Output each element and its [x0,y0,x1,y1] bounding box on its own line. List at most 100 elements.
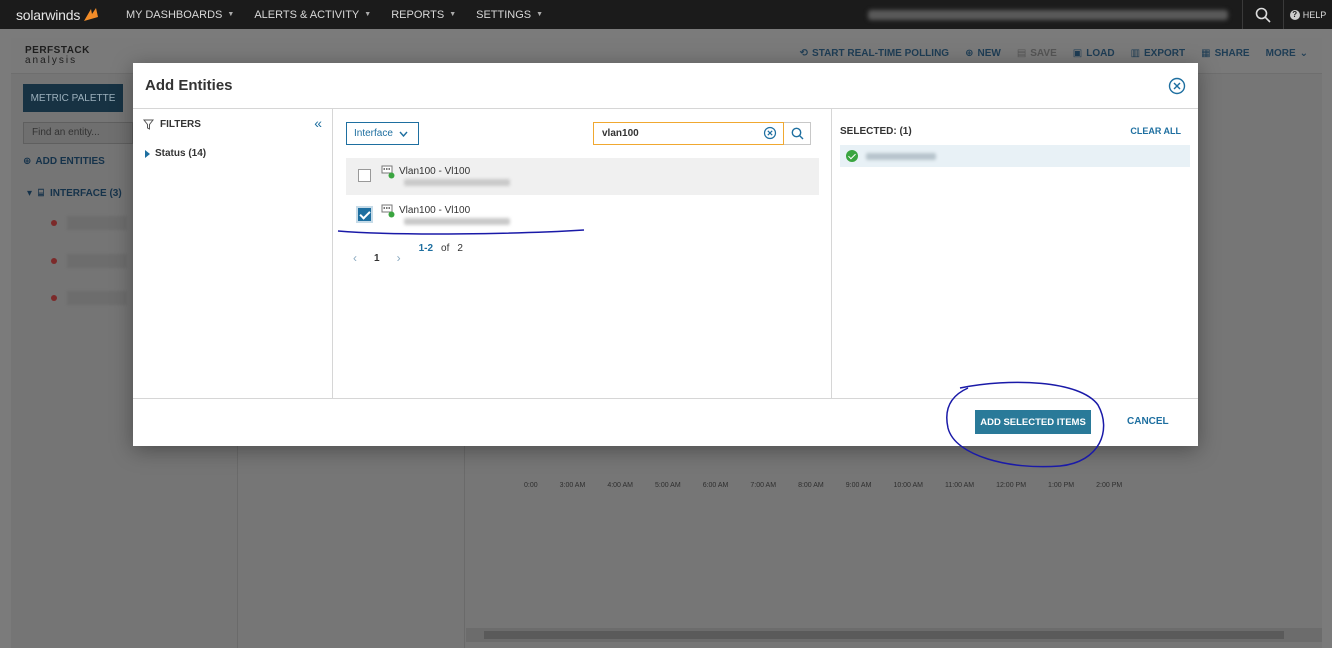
horizontal-scrollbar[interactable] [466,628,1322,642]
chevron-left-icon[interactable]: ‹ [353,251,357,265]
expand-triangle-icon [145,149,150,158]
time-axis: 0:00 3:00 AM 4:00 AM 5:00 AM 6:00 AM 7:0… [524,482,1122,489]
time-tick: 5:00 AM [655,482,681,489]
time-tick: 11:00 AM [945,482,975,489]
nav-alerts-activity[interactable]: ALERTS & ACTIVITY ▼ [254,9,371,21]
search-icon [1255,7,1271,23]
chevron-down-icon: ▼ [364,11,372,18]
nav-my-dashboards[interactable]: MY DASHBOARDS ▼ [126,9,234,21]
dialog-body: FILTERS « Status (14) Interface vlan100 … [133,109,1198,399]
chevron-down-icon: ▼ [536,11,544,18]
share-icon: ▦ [1201,48,1211,59]
solarwinds-logo[interactable]: solarwinds [16,7,106,23]
entity-type-dropdown[interactable]: Interface [346,122,419,145]
interface-icon: ⌸ [38,188,45,199]
export-icon: ▥ [1130,48,1141,59]
chevron-right-icon[interactable]: › [397,251,401,265]
result-checkbox[interactable] [358,169,371,182]
toolbar-label: MORE [1265,48,1296,59]
save-icon: ▤ [1016,48,1027,59]
find-entity-input[interactable]: Find an entity... [23,122,133,144]
dialog-title: Add Entities [145,77,233,94]
scrollbar-thumb[interactable] [484,631,1284,639]
pagination: ‹ 1 › 1-2 of 2 [353,243,463,266]
perfstack-brand: PERFSTACK analysis [25,46,90,66]
selected-panel: SELECTED: (1) CLEAR ALL [832,109,1198,399]
interface-group[interactable]: ▾ ⌸ INTERFACE (3) [27,188,122,199]
toolbar-label: NEW [977,48,1001,59]
current-page[interactable]: 1 [374,253,380,264]
entity-node-redacted [404,218,510,225]
chevron-down-icon: ▼ [227,11,235,18]
interface-status-icon [381,204,395,218]
time-tick: 9:00 AM [845,482,872,489]
interface-group-label: INTERFACE (3) [50,188,122,199]
status-dot-icon [51,258,57,264]
entity-row-redacted[interactable] [67,254,127,268]
selected-item-redacted [866,153,936,160]
check-circle-icon [846,150,858,162]
time-tick: 1:00 PM [1048,482,1075,489]
save-button[interactable]: ▤ SAVE [1017,48,1057,59]
status-filter[interactable]: Status (14) [145,148,206,159]
nav-reports[interactable]: REPORTS ▼ [391,9,456,21]
toolbar-label: SHARE [1214,48,1250,59]
status-dot-icon [51,220,57,226]
clear-search-icon[interactable] [763,126,777,140]
page-of-label: of [441,242,450,254]
result-row[interactable]: Vlan100 - Vl100 [346,158,819,195]
result-row[interactable]: Vlan100 - Vl100 [346,197,819,234]
entity-name: Vlan100 - Vl100 [399,166,471,177]
selected-item[interactable] [840,145,1190,167]
search-button[interactable] [784,122,811,145]
nav-label: SETTINGS [476,8,532,21]
filters-heading: FILTERS [143,119,201,130]
start-realtime-polling-button[interactable]: ⟲ START REAL-TIME POLLING [800,48,949,59]
user-info-redacted[interactable] [868,9,1228,20]
page-total: 2 [457,242,463,254]
help-icon: ? [1289,9,1300,20]
nav-settings[interactable]: SETTINGS ▼ [476,9,543,21]
cancel-button[interactable]: CANCEL [1127,416,1169,427]
load-button[interactable]: ▣ LOAD [1073,48,1115,59]
search-input[interactable] [593,122,784,145]
perfstack-subtitle: analysis [25,55,78,66]
page-range: 1-2 [418,242,434,254]
chevron-down-icon: ▾ [27,188,33,199]
time-tick: 6:00 AM [702,482,729,489]
time-tick: 2:00 PM [1096,482,1123,489]
entity-search [593,122,811,145]
flame-icon [84,7,99,21]
nav-label: REPORTS [391,8,445,21]
entity-node-redacted [404,179,510,186]
results-panel: Interface vlan100 Vlan100 - Vl100 Vlan10… [333,109,832,399]
more-button[interactable]: MORE ⌄ [1266,48,1308,59]
help-button[interactable]: ? HELP [1284,9,1332,20]
new-button[interactable]: ⊕ NEW [965,48,1001,59]
add-entities-label: ADD ENTITIES [35,156,105,167]
share-button[interactable]: ▦ SHARE [1201,48,1249,59]
collapse-panel-icon[interactable]: « [314,115,322,131]
time-tick: 0:00 [524,482,538,489]
add-selected-items-button[interactable]: ADD SELECTED ITEMS [975,410,1091,434]
toolbar-label: START REAL-TIME POLLING [812,48,950,59]
load-icon: ▣ [1072,48,1083,59]
entity-row-redacted[interactable] [67,291,127,305]
filter-icon [143,119,154,130]
global-search-button[interactable] [1243,0,1283,29]
entity-type-value: Interface [354,128,393,139]
help-label: HELP [1302,9,1327,20]
search-icon [791,127,803,140]
metric-palette-tab[interactable]: METRIC PALETTE [23,84,123,112]
add-entities-dialog: Add Entities FILTERS « Status (14) Inter… [133,63,1198,446]
status-filter-label: Status (14) [155,148,207,159]
time-tick: 4:00 AM [607,482,633,489]
close-icon[interactable] [1168,77,1186,95]
perfstack-toolbar: ⟲ START REAL-TIME POLLING ⊕ NEW ▤ SAVE ▣ LOA… [800,48,1322,59]
clear-all-link[interactable]: CLEAR ALL [1130,126,1181,136]
entity-row-redacted[interactable] [67,216,127,230]
result-checkbox-checked[interactable] [356,206,373,223]
add-entities-link[interactable]: ⊕ ADD ENTITIES [23,156,105,167]
export-button[interactable]: ▥ EXPORT [1131,48,1186,59]
chevron-down-icon: ⌄ [1299,48,1308,59]
